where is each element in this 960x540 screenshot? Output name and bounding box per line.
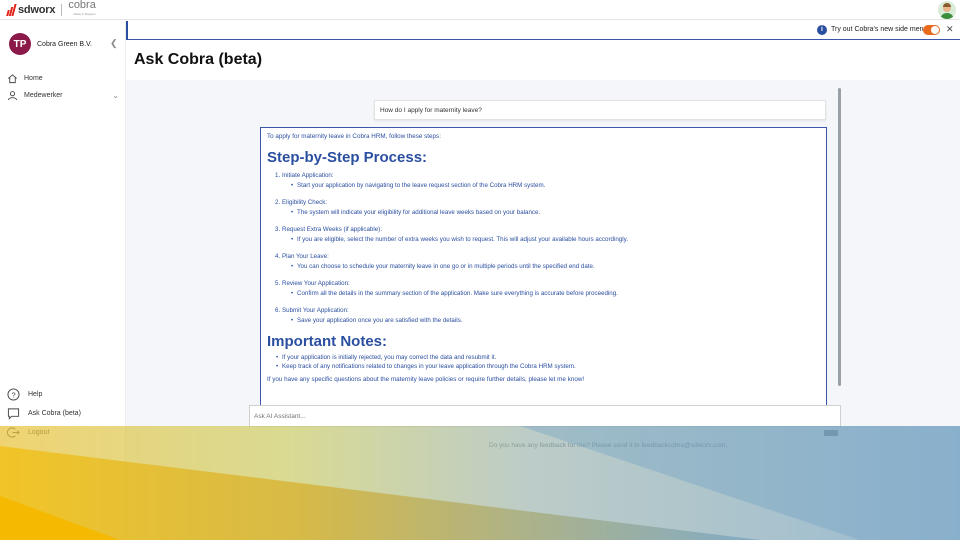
- list-item: Keep track of any notifications related …: [276, 363, 820, 370]
- sdworx-logo[interactable]: sdworx cobra Made in Belgium: [6, 0, 96, 19]
- sdworx-logo-icon: [6, 4, 17, 16]
- chat-scrollbar[interactable]: [838, 88, 841, 386]
- assistant-answer: To apply for maternity leave in Cobra HR…: [260, 127, 827, 406]
- ask-ai-input[interactable]: [249, 405, 841, 427]
- answer-intro: To apply for maternity leave in Cobra HR…: [267, 133, 441, 140]
- sidebar-item-label: Ask Cobra (beta): [28, 409, 81, 417]
- user-avatar[interactable]: [938, 1, 956, 19]
- sidebar-item-logout[interactable]: Logout: [6, 425, 49, 439]
- steps-list: 1.Initiate Application:Start your applic…: [267, 172, 820, 324]
- step-detail: The system will indicate your eligibilit…: [291, 209, 820, 216]
- step-title: Submit Your Application: [282, 307, 348, 314]
- collapse-sidebar-icon[interactable]: ❮: [110, 38, 118, 49]
- list-item: 2.Eligibility Check:The system will indi…: [275, 199, 820, 216]
- step-detail: You can choose to schedule your maternit…: [291, 263, 820, 270]
- list-item: 4.Plan Your Leave:You can choose to sche…: [275, 253, 820, 270]
- product-tag: Made in Belgium: [73, 12, 96, 16]
- top-bar: sdworx cobra Made in Belgium: [0, 0, 960, 20]
- sidebar-item-label: Medewerker: [24, 91, 63, 99]
- sidebar-item-label: Home: [24, 74, 43, 82]
- sidebar-item-home[interactable]: Home: [6, 72, 124, 84]
- answer-closing: If you have any specific questions about…: [267, 376, 585, 383]
- list-item: If your application is initially rejecte…: [276, 354, 820, 361]
- logout-icon: [6, 425, 20, 439]
- feedback-text: Do you have any feedback for me? Please …: [489, 442, 728, 449]
- list-item: 1.Initiate Application:Start your applic…: [275, 172, 820, 189]
- logo-divider: [61, 4, 63, 16]
- user-question: How do I apply for maternity leave?: [374, 100, 826, 120]
- person-icon: [6, 89, 18, 101]
- sidebar-item-ask-cobra[interactable]: Ask Cobra (beta): [6, 406, 81, 420]
- side-menu-notice: i Try out Cobra's new side menu ✕: [126, 21, 960, 40]
- sidebar-item-label: Help: [28, 390, 43, 398]
- step-title: Initiate Application: [282, 172, 332, 179]
- list-item: 6.Submit Your Application:Save your appl…: [275, 307, 820, 324]
- svg-text:?: ?: [11, 390, 15, 399]
- step-title: Eligibility Check: [282, 199, 326, 206]
- notes-list: If your application is initially rejecte…: [267, 354, 820, 370]
- sidebar-item-medewerker[interactable]: Medewerker ⌄: [6, 89, 124, 101]
- answer-heading: Step-by-Step Process:: [267, 149, 428, 166]
- sidebar: TP Cobra Green B.V. ❮ Home Medewerker ⌄ …: [0, 21, 126, 540]
- chat-icon: [6, 406, 20, 420]
- company-logo: TP: [9, 33, 31, 55]
- brand-name: sdworx: [18, 4, 56, 16]
- sidebar-item-help[interactable]: ? Help: [6, 387, 42, 401]
- close-icon[interactable]: ✕: [946, 24, 954, 35]
- sidebar-item-label: Logout: [28, 428, 50, 436]
- step-detail: Start your application by navigating to …: [291, 182, 820, 189]
- list-item: 3.Request Extra Weeks (if applicable):If…: [275, 226, 820, 243]
- info-icon: i: [817, 25, 827, 35]
- chevron-down-icon[interactable]: ⌄: [112, 91, 119, 100]
- side-menu-toggle[interactable]: [923, 25, 940, 35]
- step-title: Review Your Application: [282, 280, 349, 287]
- step-detail: If you are eligible, select the number o…: [291, 236, 820, 243]
- notice-text: Try out Cobra's new side menu: [831, 26, 928, 33]
- step-title: Plan Your Leave: [282, 253, 328, 260]
- step-detail: Save your application once you are satis…: [291, 317, 820, 324]
- list-item: 5.Review Your Application:Confirm all th…: [275, 280, 820, 297]
- help-icon: ?: [6, 387, 20, 401]
- send-icon[interactable]: [824, 430, 838, 436]
- step-title: Request Extra Weeks (if applicable): [282, 226, 381, 233]
- product-name: cobra Made in Belgium: [68, 0, 96, 19]
- home-icon: [6, 72, 18, 84]
- company-switcher[interactable]: TP Cobra Green B.V.: [9, 33, 92, 55]
- notes-heading: Important Notes:: [267, 333, 387, 350]
- step-detail: Confirm all the details in the summary s…: [291, 290, 820, 297]
- page-title: Ask Cobra (beta): [134, 51, 263, 68]
- company-name: Cobra Green B.V.: [37, 40, 92, 48]
